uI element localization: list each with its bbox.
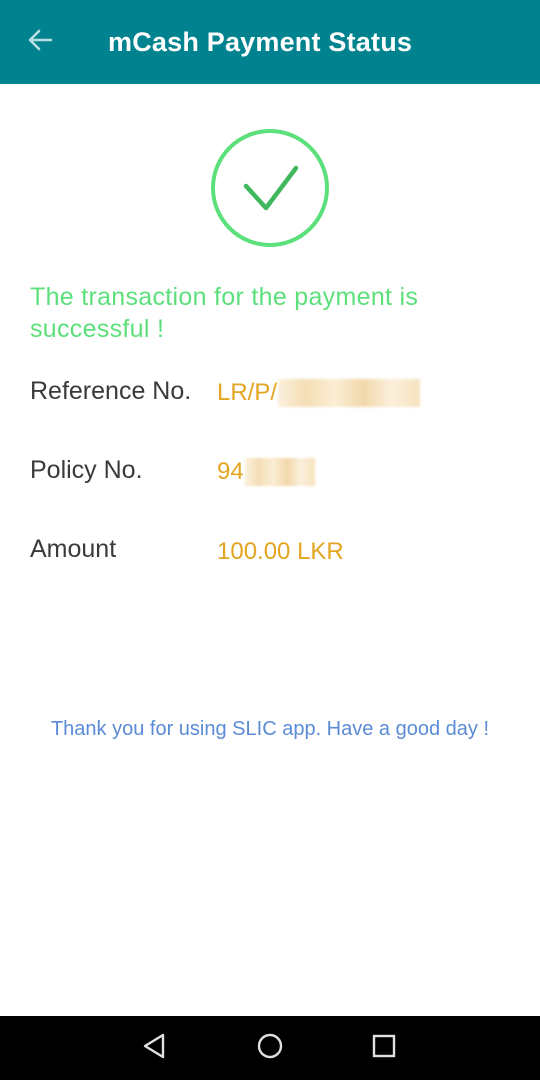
circle-home-icon (256, 1032, 284, 1065)
arrow-left-icon (27, 28, 53, 57)
payment-status-screen: mCash Payment Status The transaction for… (0, 0, 540, 1080)
reference-value-prefix: LR/P/ (217, 379, 278, 406)
triangle-back-icon (141, 1032, 167, 1065)
system-home-button[interactable] (250, 1028, 290, 1068)
policy-label: Policy No. (30, 456, 143, 484)
redacted-mask (244, 458, 315, 486)
reference-label: Reference No. (30, 377, 192, 405)
success-message: The transaction for the payment is succe… (30, 283, 419, 343)
policy-row: Policy No. 94 (30, 452, 510, 492)
reference-row: Reference No. LR/P/ (30, 373, 510, 413)
system-recents-button[interactable] (364, 1028, 404, 1068)
app-bar: mCash Payment Status (0, 0, 540, 84)
check-circle-icon (210, 129, 330, 249)
policy-value: 94 (217, 454, 315, 490)
system-back-button[interactable] (134, 1028, 174, 1068)
amount-label: Amount (30, 535, 117, 563)
system-navigation-bar (0, 1016, 540, 1080)
back-button[interactable] (18, 22, 62, 62)
policy-value-prefix: 94 (217, 458, 244, 485)
amount-row: Amount 100.00 LKR (30, 531, 510, 571)
redacted-mask (278, 379, 421, 407)
reference-value: LR/P/ (217, 375, 421, 411)
square-recents-icon (371, 1033, 397, 1064)
thank-you-message: Thank you for using SLIC app. Have a goo… (50, 718, 490, 740)
amount-value: 100.00 LKR (217, 538, 344, 565)
page-title: mCash Payment Status (108, 27, 413, 57)
